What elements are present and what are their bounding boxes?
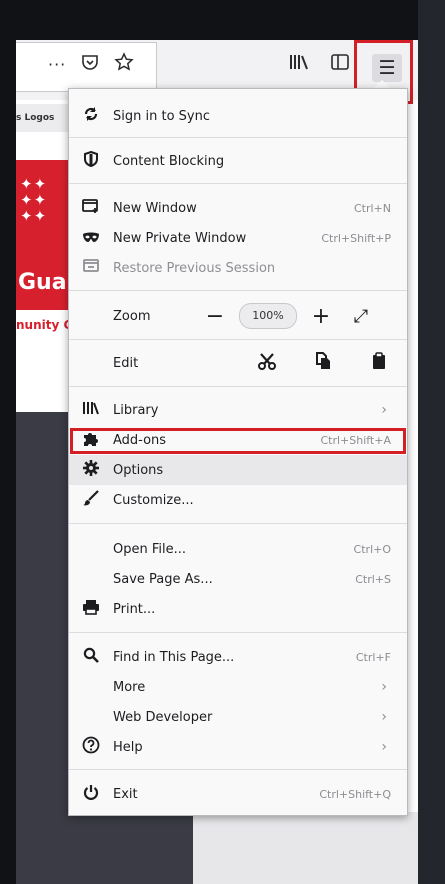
zoom-reset-button[interactable]: 100% xyxy=(239,303,297,329)
paintbrush-icon xyxy=(69,489,113,511)
menu-item-exit[interactable]: Exit Ctrl+Shift+Q xyxy=(69,779,407,809)
window-frame-left xyxy=(0,0,16,884)
private-mask-icon xyxy=(69,229,113,247)
menu-item-library[interactable]: Library › xyxy=(69,395,407,425)
menu-item-label: Help xyxy=(113,739,143,755)
menu-separator xyxy=(69,769,407,770)
menu-item-label: Open File... xyxy=(113,541,187,557)
menu-item-open-file[interactable]: Open File... Ctrl+O xyxy=(69,534,407,564)
menu-item-find-in-page[interactable]: Find in This Page... Ctrl+F xyxy=(69,642,407,672)
menu-separator xyxy=(69,339,407,340)
menu-item-label: Options xyxy=(113,462,164,478)
add-ons-highlight-box xyxy=(70,428,406,454)
library-icon xyxy=(69,400,113,420)
sidebar-icon[interactable] xyxy=(330,52,350,77)
menu-separator xyxy=(69,183,407,184)
copy-icon[interactable] xyxy=(295,351,351,375)
logo-emblem-icon: ✦✦ ✦✦ ✦✦ xyxy=(20,175,48,225)
chevron-right-icon: › xyxy=(381,709,387,725)
shield-icon xyxy=(69,150,113,171)
menu-item-label: Print... xyxy=(113,601,156,617)
zoom-in-button[interactable]: + xyxy=(305,304,337,329)
desktop-background-right xyxy=(418,0,445,884)
menu-item-help[interactable]: Help › xyxy=(69,732,407,762)
page-dark-footer xyxy=(68,812,193,884)
site-navigation-bar: s Logos xyxy=(16,104,68,132)
power-icon xyxy=(69,784,113,804)
chevron-right-icon: › xyxy=(381,679,387,695)
menu-separator xyxy=(69,632,407,633)
menu-item-label: Web Developer xyxy=(113,709,213,725)
page-actions-more-icon[interactable]: ··· xyxy=(48,55,66,75)
menu-item-save-page[interactable]: Save Page As... Ctrl+S xyxy=(69,564,407,594)
menu-item-shortcut: Ctrl+S xyxy=(355,572,391,586)
menu-separator xyxy=(69,523,407,524)
paste-icon[interactable] xyxy=(351,351,407,375)
menu-item-new-private-window[interactable]: New Private Window Ctrl+Shift+P xyxy=(69,223,407,253)
menu-item-customize[interactable]: Customize... xyxy=(69,485,407,515)
menu-item-new-window[interactable]: New Window Ctrl+N xyxy=(69,193,407,223)
menu-item-label: Save Page As... xyxy=(113,571,213,587)
menu-item-restore-session: Restore Previous Session xyxy=(69,253,407,283)
menu-item-web-developer[interactable]: Web Developer › xyxy=(69,702,407,732)
menu-item-shortcut: Ctrl+Shift+P xyxy=(321,231,391,245)
menu-item-options[interactable]: Options xyxy=(69,455,407,485)
page-gray-footer xyxy=(193,812,418,884)
new-window-icon xyxy=(69,198,113,218)
cut-icon[interactable] xyxy=(239,352,295,375)
restore-session-icon xyxy=(69,258,113,278)
printer-icon xyxy=(69,599,113,619)
window-frame-top xyxy=(0,0,445,40)
menu-item-zoom: Zoom − 100% + ⤢ xyxy=(69,294,407,338)
fullscreen-icon[interactable]: ⤢ xyxy=(345,306,377,327)
sync-icon xyxy=(69,106,113,126)
menu-item-more[interactable]: More › xyxy=(69,672,407,702)
gear-icon xyxy=(69,459,113,481)
menu-item-shortcut: Ctrl+Shift+Q xyxy=(319,787,391,801)
menu-separator xyxy=(69,290,407,291)
menu-item-shortcut: Ctrl+O xyxy=(353,542,391,556)
menu-item-label: Exit xyxy=(113,786,138,802)
menu-item-label: More xyxy=(113,679,146,695)
menu-item-shortcut: Ctrl+F xyxy=(355,650,391,664)
menu-item-content-blocking[interactable]: Content Blocking xyxy=(69,146,407,176)
menu-item-label: Customize... xyxy=(113,492,194,508)
page-dark-panel xyxy=(16,412,68,884)
menu-item-label: Library xyxy=(113,402,159,418)
menu-item-sign-in[interactable]: Sign in to Sync xyxy=(69,101,407,131)
library-icon[interactable] xyxy=(288,52,310,77)
menu-item-label: Sign in to Sync xyxy=(113,108,210,124)
menu-item-label: Content Blocking xyxy=(113,153,225,169)
pocket-icon[interactable] xyxy=(80,52,100,77)
menu-item-label: Find in This Page... xyxy=(113,649,235,665)
search-icon xyxy=(69,647,113,667)
help-icon xyxy=(69,736,113,758)
chevron-right-icon: › xyxy=(381,739,387,755)
menu-separator xyxy=(69,386,407,387)
menu-item-label: New Private Window xyxy=(113,230,247,246)
chevron-right-icon: › xyxy=(381,402,387,418)
star-icon[interactable] xyxy=(114,52,134,77)
edit-controls xyxy=(239,341,407,385)
menu-item-shortcut: Ctrl+N xyxy=(353,201,391,215)
menu-item-print[interactable]: Print... xyxy=(69,594,407,624)
menu-item-label: Restore Previous Session xyxy=(113,260,276,276)
menu-item-label: New Window xyxy=(113,200,197,216)
menu-separator xyxy=(69,137,407,138)
menu-item-edit: Edit xyxy=(69,341,407,385)
zoom-out-button[interactable]: − xyxy=(199,304,231,329)
zoom-controls: − 100% + ⤢ xyxy=(199,294,377,338)
site-tagline: nunity C xyxy=(16,318,73,332)
